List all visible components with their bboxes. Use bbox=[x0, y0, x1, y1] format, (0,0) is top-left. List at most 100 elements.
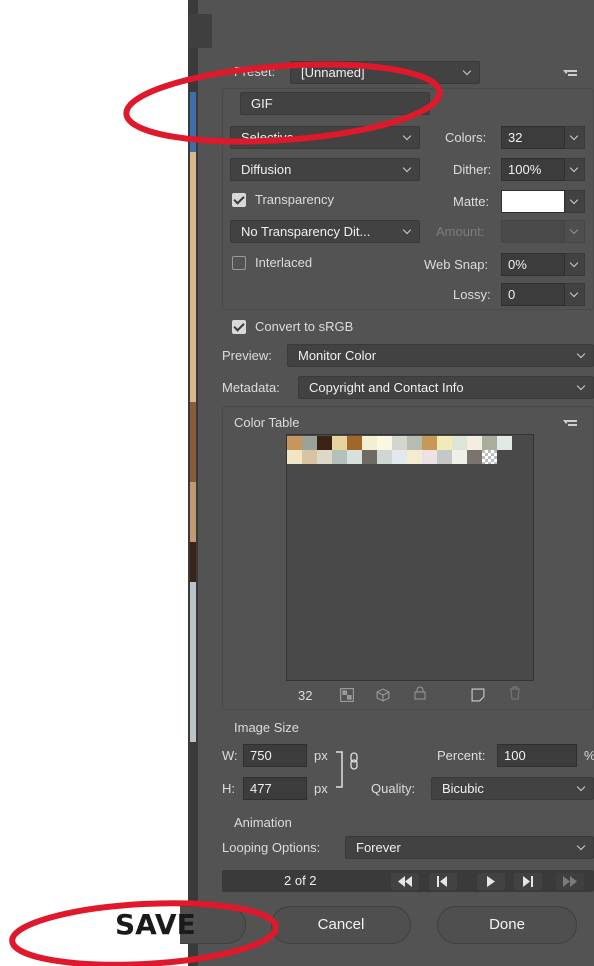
animation-title: Animation bbox=[234, 815, 292, 830]
transparency-dither-dropdown[interactable]: No Transparency Dit... bbox=[230, 220, 420, 243]
color-swatch[interactable] bbox=[287, 450, 302, 464]
reduction-dropdown[interactable]: Selective bbox=[230, 126, 420, 149]
format-dropdown[interactable]: GIF bbox=[240, 92, 430, 115]
color-swatch[interactable] bbox=[362, 450, 377, 464]
preview-dropdown[interactable]: Monitor Color bbox=[287, 344, 594, 367]
matte-color-swatch[interactable] bbox=[501, 190, 565, 213]
preview-strip bbox=[190, 152, 196, 402]
frame-counter: 2 of 2 bbox=[284, 873, 317, 888]
metadata-dropdown[interactable]: Copyright and Contact Info bbox=[298, 376, 594, 399]
preview-strip bbox=[190, 582, 196, 742]
color-swatch[interactable] bbox=[422, 436, 437, 450]
color-swatch[interactable] bbox=[407, 436, 422, 450]
web-safe-cube-icon[interactable] bbox=[376, 688, 390, 702]
color-table-title: Color Table bbox=[234, 415, 300, 430]
next-frame-button[interactable] bbox=[514, 873, 542, 890]
previous-frame-button[interactable] bbox=[429, 873, 457, 890]
chevron-down-icon bbox=[401, 161, 415, 177]
color-swatch[interactable] bbox=[452, 436, 467, 450]
color-table-menu-icon[interactable] bbox=[563, 418, 577, 428]
chevron-down-icon bbox=[575, 379, 589, 395]
width-field[interactable]: 750 bbox=[243, 744, 307, 767]
chevron-down-icon bbox=[575, 347, 589, 363]
preview-value: Monitor Color bbox=[298, 348, 377, 363]
color-swatch[interactable] bbox=[467, 450, 482, 464]
amount-stepper[interactable] bbox=[565, 220, 585, 243]
percent-label: Percent: bbox=[437, 748, 486, 763]
dither-stepper[interactable] bbox=[565, 158, 585, 181]
convert-srgb-checkbox[interactable] bbox=[232, 320, 246, 334]
color-swatch[interactable] bbox=[317, 436, 332, 450]
preview-strip bbox=[190, 482, 196, 542]
matte-label: Matte: bbox=[453, 194, 490, 209]
height-field[interactable]: 477 bbox=[243, 777, 307, 800]
width-unit: px bbox=[314, 748, 328, 763]
panel-menu-icon[interactable] bbox=[563, 68, 577, 78]
lossy-field[interactable]: 0 bbox=[501, 283, 565, 306]
preview-strip bbox=[190, 542, 196, 582]
color-swatch[interactable] bbox=[452, 450, 467, 464]
play-icon bbox=[487, 876, 495, 887]
lossy-stepper[interactable] bbox=[565, 283, 585, 306]
color-swatch[interactable] bbox=[392, 436, 407, 450]
preview-strip bbox=[190, 92, 196, 152]
color-swatch[interactable] bbox=[302, 436, 317, 450]
last-frame-button[interactable] bbox=[556, 873, 584, 890]
color-swatch[interactable] bbox=[332, 450, 347, 464]
color-swatch[interactable] bbox=[377, 450, 392, 464]
dither-field[interactable]: 100% bbox=[501, 158, 565, 181]
metadata-value: Copyright and Contact Info bbox=[309, 380, 464, 395]
color-swatch[interactable] bbox=[332, 436, 347, 450]
chevron-down-icon bbox=[575, 839, 589, 855]
dither-algorithm-dropdown[interactable]: Diffusion bbox=[230, 158, 420, 181]
color-swatch[interactable] bbox=[482, 436, 497, 450]
trash-icon[interactable] bbox=[508, 686, 522, 700]
percent-unit: % bbox=[584, 748, 594, 763]
constrain-proportions-link-icon[interactable] bbox=[334, 750, 362, 790]
interlaced-checkbox[interactable] bbox=[232, 256, 246, 270]
color-swatch[interactable] bbox=[347, 436, 362, 450]
colors-field[interactable]: 32 bbox=[501, 126, 565, 149]
color-swatch[interactable] bbox=[317, 450, 332, 464]
image-size-title: Image Size bbox=[234, 720, 300, 735]
quality-dropdown[interactable]: Bicubic bbox=[431, 777, 594, 800]
color-swatch[interactable] bbox=[437, 436, 452, 450]
color-swatch[interactable] bbox=[482, 450, 497, 464]
color-swatch[interactable] bbox=[437, 450, 452, 464]
last-frame-icon bbox=[563, 876, 577, 887]
color-swatch[interactable] bbox=[407, 450, 422, 464]
matte-dropdown[interactable] bbox=[565, 190, 585, 213]
color-swatch[interactable] bbox=[422, 450, 437, 464]
toolbar-block bbox=[188, 14, 212, 48]
first-frame-button[interactable] bbox=[391, 873, 419, 890]
new-color-icon[interactable] bbox=[471, 688, 485, 702]
amount-field[interactable] bbox=[501, 220, 565, 243]
transparency-map-icon[interactable] bbox=[340, 688, 354, 702]
color-swatch[interactable] bbox=[392, 450, 407, 464]
format-value: GIF bbox=[251, 96, 273, 111]
web-snap-label: Web Snap: bbox=[424, 257, 489, 272]
previous-frame-icon bbox=[437, 876, 447, 887]
done-button[interactable]: Done bbox=[437, 906, 577, 944]
web-snap-field[interactable]: 0% bbox=[501, 253, 565, 276]
metadata-label: Metadata: bbox=[222, 380, 280, 395]
percent-field[interactable]: 100 bbox=[497, 744, 577, 767]
color-swatch[interactable] bbox=[347, 450, 362, 464]
color-swatch[interactable] bbox=[377, 436, 392, 450]
looping-options-dropdown[interactable]: Forever bbox=[345, 836, 594, 859]
lock-icon[interactable] bbox=[413, 686, 427, 700]
preset-value: [Unnamed] bbox=[301, 65, 365, 80]
color-swatch[interactable] bbox=[302, 450, 317, 464]
transparency-label: Transparency bbox=[255, 192, 334, 207]
web-snap-stepper[interactable] bbox=[565, 253, 585, 276]
color-swatch[interactable] bbox=[362, 436, 377, 450]
colors-stepper[interactable] bbox=[565, 126, 585, 149]
preset-dropdown[interactable]: [Unnamed] bbox=[290, 61, 480, 84]
transparency-checkbox[interactable] bbox=[232, 193, 246, 207]
color-swatch[interactable] bbox=[497, 436, 512, 450]
height-label: H: bbox=[222, 781, 235, 796]
cancel-button[interactable]: Cancel bbox=[271, 906, 411, 944]
play-button[interactable] bbox=[477, 873, 505, 890]
color-swatch[interactable] bbox=[467, 436, 482, 450]
color-swatch[interactable] bbox=[287, 436, 302, 450]
